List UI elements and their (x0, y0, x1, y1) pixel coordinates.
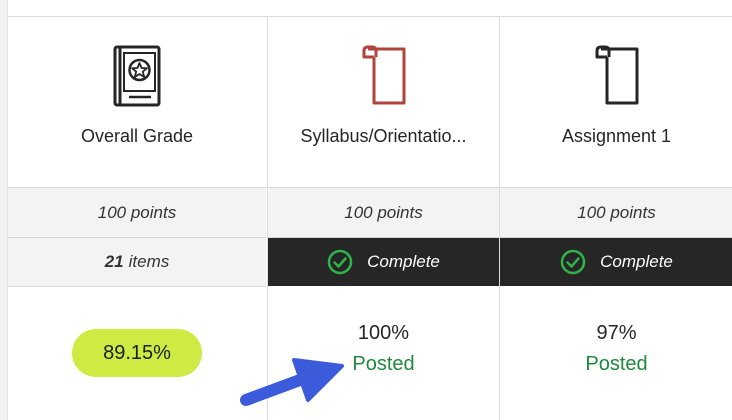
left-gutter (0, 0, 8, 420)
assignment-column: Assignment 1 100 points Complete 97% Pos… (499, 17, 732, 420)
column-title: Syllabus/Orientatio... (300, 126, 467, 146)
overall-grade-column: Overall Grade 100 points 21 items 89.15% (8, 17, 266, 420)
points-label: 100 points (268, 188, 499, 238)
grade-percent: 97% (596, 322, 637, 344)
annotation-arrow-icon (240, 358, 344, 406)
complete-status: Complete (500, 238, 732, 286)
assignment-grade-cell[interactable]: 97% Posted (500, 287, 732, 420)
grades-grid: Overall Grade 100 points 21 items 89.15%… (8, 17, 732, 420)
column-title: Assignment 1 (561, 126, 672, 146)
overall-grade-cell: 89.15% (8, 287, 266, 420)
grade-percent: 100% (357, 322, 410, 344)
check-circle-icon (560, 249, 586, 275)
points-label: 100 points (8, 188, 266, 238)
overall-grade-pill: 89.15% (72, 329, 202, 377)
complete-status: Complete (268, 238, 499, 286)
posted-status: Posted (352, 353, 415, 375)
syllabus-header[interactable]: Syllabus/Orientatio... (268, 17, 499, 188)
items-count: 21 (104, 252, 124, 271)
overall-grade-header[interactable]: Overall Grade (8, 17, 266, 188)
items-label: items (128, 252, 170, 271)
posted-status: Posted (585, 353, 648, 375)
items-count-row: 21 items (8, 238, 266, 287)
scroll-document-icon (587, 43, 647, 109)
gradebook-star-icon (107, 43, 167, 109)
scroll-document-icon (354, 43, 414, 109)
top-border (0, 0, 732, 17)
status-label: Complete (600, 252, 673, 271)
column-title: Overall Grade (80, 126, 194, 146)
points-label: 100 points (500, 188, 732, 238)
assignment-header[interactable]: Assignment 1 (500, 17, 732, 188)
status-label: Complete (367, 252, 440, 271)
check-circle-icon (327, 249, 353, 275)
